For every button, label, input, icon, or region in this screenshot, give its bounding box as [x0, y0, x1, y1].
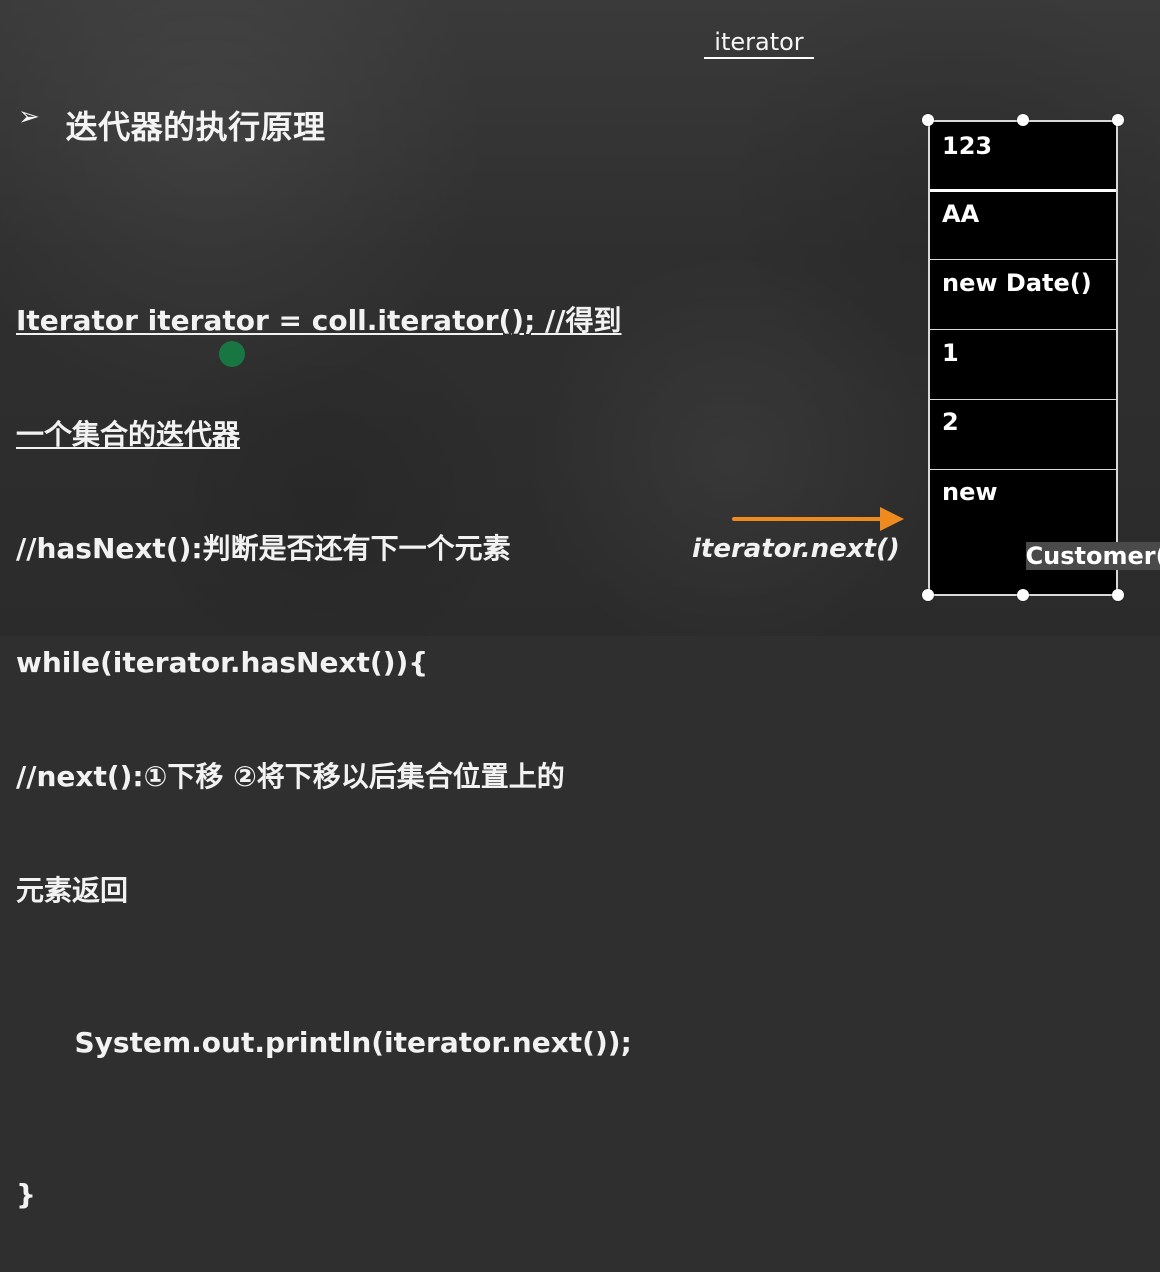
code-line-7: System.out.println(iterator.next()); [16, 986, 676, 1100]
collection-stack: 123 AA new Date() 1 2 new Customer() [928, 120, 1160, 596]
heading-text: 迭代器的执行原理 [65, 108, 326, 146]
stack-cell-6-highlight: Customer() [1025, 542, 1160, 570]
right-arrow-icon [732, 503, 904, 533]
stack-divider-2 [930, 259, 1116, 260]
selection-handle-icon[interactable] [922, 589, 934, 601]
stack-cell-5: 2 [942, 408, 959, 436]
code-line-4: while(iterator.hasNext()){ [16, 646, 429, 679]
selection-handle-icon[interactable] [1112, 589, 1124, 601]
stack-divider-5 [930, 469, 1116, 470]
collection-stack-frame: 123 AA new Date() 1 2 new Customer() [922, 114, 1160, 601]
arrow-line [732, 517, 882, 521]
stack-cell-6: new Customer() [930, 476, 1160, 588]
code-line-1: Iterator iterator = coll.iterator(); //得… [16, 304, 622, 337]
code-explanation: Iterator iterator = coll.iterator(); //得… [16, 226, 676, 1272]
cursor-mark [219, 341, 245, 367]
selection-handle-icon[interactable] [1112, 114, 1124, 126]
stack-cell-3: new Date() [942, 269, 1092, 297]
slide-heading: ➢ 迭代器的执行原理 [18, 102, 326, 148]
code-line-5: //next():①下移 ②将下移以后集合位置上的 [16, 760, 565, 793]
stack-cell-2: AA [942, 200, 980, 228]
stack-cell-4: 1 [942, 339, 959, 367]
selection-handle-icon[interactable] [1017, 589, 1029, 601]
stack-divider-3 [930, 329, 1116, 330]
code-line-2: 一个集合的迭代器 [16, 418, 241, 451]
top-iterator-label: iterator [704, 28, 814, 59]
selection-handle-icon[interactable] [1017, 114, 1029, 126]
code-line-8: } [16, 1178, 36, 1211]
stack-cell-1: 123 [942, 132, 993, 160]
stack-cell-6-line-1: new [942, 478, 998, 506]
arrow-head [880, 507, 904, 531]
selection-handle-icon[interactable] [922, 114, 934, 126]
pointer-label: iterator.next() [692, 534, 900, 564]
arrowhead-bullet-icon: ➢ [18, 102, 41, 132]
slide-background: iterator ➢ 迭代器的执行原理 Iterator iterator = … [0, 0, 1160, 1211]
code-line-7-text: System.out.println(iterator.next()); [74, 1026, 632, 1059]
stack-divider-4 [930, 399, 1116, 400]
code-line-3: //hasNext():判断是否还有下一个元素 [16, 532, 511, 565]
code-line-6: 元素返回 [16, 874, 129, 907]
stack-cell-6-line-2: Customer() [942, 508, 1160, 604]
